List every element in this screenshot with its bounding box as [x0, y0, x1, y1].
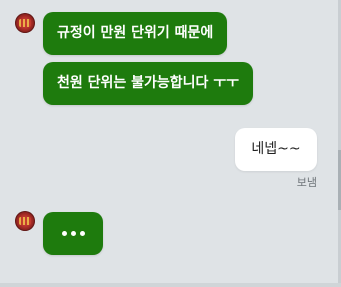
typing-dot-icon [61, 231, 67, 236]
message-status-label: 보냄 [296, 176, 317, 189]
avatar-icon[interactable] [15, 211, 35, 231]
message-text: 천원 단위는 불가능합니다 ㅜㅜ [57, 75, 240, 91]
incoming-message-bubble[interactable]: 천원 단위는 불가능합니다 ㅜㅜ [43, 62, 254, 105]
avatar-icon[interactable] [15, 13, 35, 33]
composer-top-edge [0, 283, 341, 287]
message-text: 네넵~~ [251, 141, 301, 157]
typing-indicator-bubble [43, 212, 103, 255]
incoming-message-bubble[interactable]: 규정이 만원 단위기 때문에 [43, 12, 228, 55]
message-text: 규정이 만원 단위기 때문에 [57, 25, 214, 41]
typing-dot-icon [70, 231, 76, 236]
typing-dot-icon [79, 231, 85, 236]
outgoing-message-bubble[interactable]: 네넵~~ [235, 128, 317, 171]
